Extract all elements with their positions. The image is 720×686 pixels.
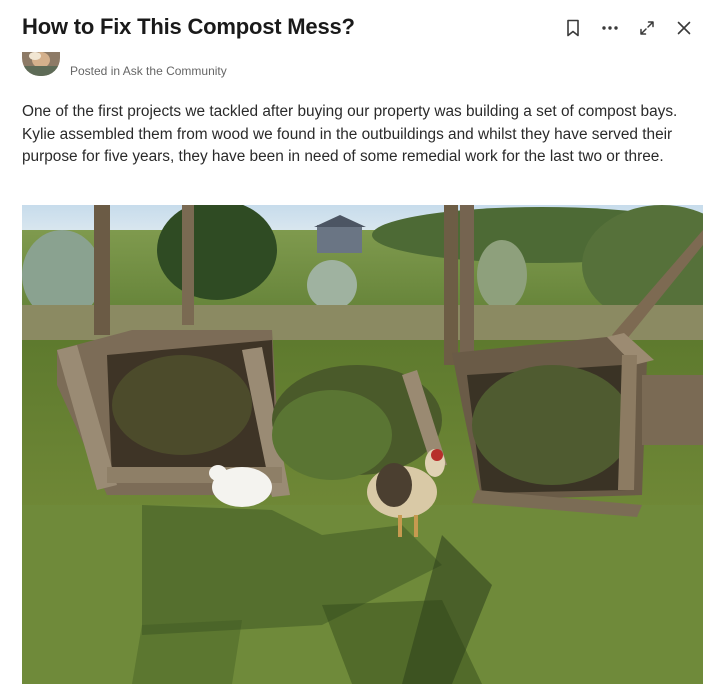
posted-in-label: Posted in Ask the Community [70,64,227,78]
bookmark-button[interactable] [554,12,591,44]
bookmark-icon [566,19,579,37]
post-actions [554,12,702,44]
community-link[interactable]: Ask the Community [123,64,227,78]
posted-prefix: Posted in [70,64,121,78]
close-icon [677,21,690,35]
post-body: One of the first projects we tackled aft… [22,103,678,165]
more-button[interactable] [591,12,628,44]
expand-icon [639,21,654,35]
post-header: How to Fix This Compost Mess? [22,12,702,46]
post-meta: Posted in Ask the Community [22,52,227,84]
post-photo[interactable] [22,205,703,684]
expand-button[interactable] [628,12,665,44]
more-icon [601,26,618,30]
avatar[interactable] [22,52,60,76]
close-button[interactable] [665,12,702,44]
